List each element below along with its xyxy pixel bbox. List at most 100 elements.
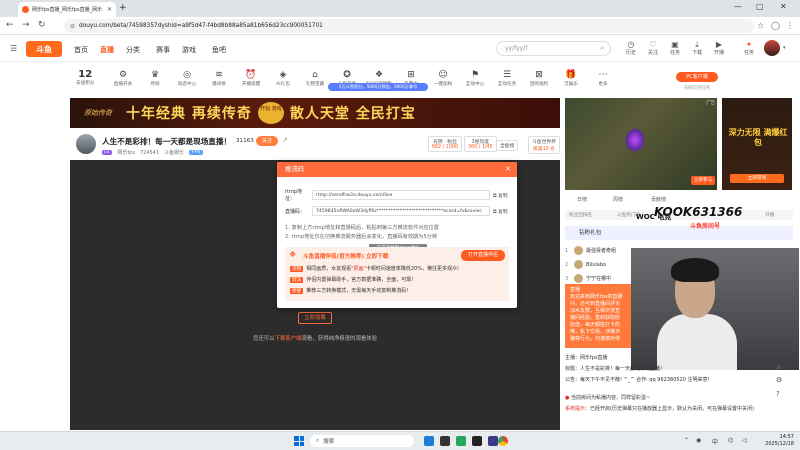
share-icon[interactable]: ↗ xyxy=(282,136,288,144)
history-button[interactable]: ◷ 历史 xyxy=(620,40,642,56)
ime-indicator[interactable]: 中 xyxy=(712,437,718,446)
forward-icon[interactable]: → xyxy=(22,20,30,30)
feature-item[interactable]: ☰ 互动任务 xyxy=(492,69,522,87)
tasks-button[interactable]: ▣ 任务 xyxy=(664,40,686,56)
nav-events[interactable]: 赛事 xyxy=(156,45,170,55)
bookmark-star-icon[interactable]: ☆ xyxy=(757,21,764,30)
taskbar-app-icon[interactable] xyxy=(440,436,450,446)
minimize-icon[interactable]: — xyxy=(734,2,742,11)
feature-item[interactable]: ⌂ 礼物宝藏 xyxy=(300,69,330,87)
rank-item[interactable]: 3 宁宁在哪中 xyxy=(565,274,635,283)
tray-app-icon[interactable]: ◉ xyxy=(696,437,701,444)
streamer-avatar[interactable] xyxy=(76,134,96,154)
level-points[interactable]: 12 去送积分 xyxy=(76,69,94,86)
taskbar-search[interactable]: ⌕ 搜索 xyxy=(310,435,414,447)
open-companion-button[interactable]: 打开直播伴侣 xyxy=(461,250,505,261)
taskbar-app-icon[interactable] xyxy=(456,436,466,446)
volume-icon[interactable]: ◁ xyxy=(742,437,747,444)
menu-dots-icon[interactable]: ⋮ xyxy=(786,21,794,30)
start-live-button[interactable]: ▶ 开播 xyxy=(708,40,730,56)
tab-weekly[interactable]: 周榜 xyxy=(613,196,623,203)
category-tag[interactable]: FPS xyxy=(189,150,204,155)
load-button[interactable]: 立即加载 xyxy=(298,312,332,324)
room-category[interactable]: 斗鱼娱乐 xyxy=(164,149,184,156)
side-ad[interactable]: 深力无限 满爆红包 立即游戏 xyxy=(722,98,792,190)
subtab[interactable]: 开播 xyxy=(765,212,774,218)
search-input[interactable]: yy/fyy/f ⌕ xyxy=(496,41,611,56)
tab-contribution[interactable]: 贡献榜 xyxy=(651,196,666,203)
settings-icon[interactable]: ⚙ xyxy=(776,376,788,384)
subtab[interactable]: 粉丝团排名 xyxy=(569,212,592,218)
feature-item[interactable]: ◎ 动态中心 xyxy=(172,69,202,87)
copy-key-button[interactable]: ⧉ 复制 xyxy=(493,208,508,215)
feature-item[interactable]: ◈ AI礼包 xyxy=(268,69,298,87)
taskbar-app-icon[interactable] xyxy=(424,436,434,446)
nav-live[interactable]: 直播 xyxy=(100,45,114,55)
feature-item[interactable]: ⚙ 直播开关 xyxy=(108,69,138,87)
taskbar-clock[interactable]: 14:57 2025/12/18 xyxy=(762,434,794,448)
copy-rtmp-button[interactable]: ⧉ 复制 xyxy=(493,192,508,199)
side-ad-button[interactable]: 立即游戏 xyxy=(730,174,784,183)
feature-badge[interactable]: 5万斗鱼积分，5000万预告，5000万拿号 xyxy=(328,83,428,91)
all-rank-stat[interactable]: 全能榜 xyxy=(496,140,519,151)
feature-item[interactable]: ⏰ 开播提醒 xyxy=(236,69,266,87)
tab-close-icon[interactable]: ✕ xyxy=(107,6,112,13)
feature-item[interactable]: ≋ 播间榜 xyxy=(204,69,234,87)
nav-home[interactable]: 首页 xyxy=(74,45,88,55)
site-info-icon[interactable]: ⊜ xyxy=(70,23,75,30)
promo-title[interactable]: 斗鱼直播伴侣(官方推荐) 立即下载 xyxy=(303,252,388,260)
modal-close-icon[interactable]: ✕ xyxy=(505,162,511,177)
browser-tab[interactable]: 网乐fps直播_网乐fps直播_网乐 ✕ xyxy=(18,2,116,17)
feature-item[interactable]: ☺ 一键加粉 xyxy=(428,69,458,87)
feature-item[interactable]: ♛ 月榜 xyxy=(140,69,170,87)
feature-item[interactable]: ⊠ 团购福利 xyxy=(524,69,554,87)
heat-stat[interactable]: 3星热度 360 / 1/45 xyxy=(464,136,497,152)
profile-icon[interactable]: ◯ xyxy=(771,21,780,30)
nav-games[interactable]: 游戏 xyxy=(182,45,196,55)
reload-icon[interactable]: ↻ xyxy=(38,20,46,30)
worldcup-stat[interactable]: 斗鱼世界杯 排第10 名 xyxy=(528,136,560,154)
gift-task-button[interactable]: ✦ 任务 xyxy=(738,40,760,56)
rtmp-field[interactable]: rtmp://sendfrw3a.douyu.com/live xyxy=(312,190,490,200)
nav-category[interactable]: 分类 xyxy=(126,45,140,55)
side-game-video[interactable]: 广告 立即参与 xyxy=(565,98,717,190)
windows-start-icon[interactable] xyxy=(294,436,304,446)
pc-client-button[interactable]: PC客户端 xyxy=(676,72,718,82)
url-input[interactable]: ⊜ douyu.com/beta/74598357dyshid=a9f5d47-… xyxy=(64,19,754,33)
stream-key-field[interactable]: 7459835nRWA0oW3dyP6z********************… xyxy=(312,206,490,216)
user-avatar[interactable] xyxy=(764,40,780,56)
follow-button[interactable]: 关注 xyxy=(256,136,278,146)
nav-fishbar[interactable]: 鱼吧 xyxy=(212,45,226,55)
chrome-icon[interactable] xyxy=(498,436,508,446)
window-close-icon[interactable]: ✕ xyxy=(780,2,787,11)
new-tab-icon[interactable]: + xyxy=(119,3,127,13)
back-icon[interactable]: ← xyxy=(6,20,14,30)
game-ad-banner[interactable]: 原始传奇 十年经典 再续传奇 开始 游戏 散人天堂 全民打宝 xyxy=(70,98,560,128)
feature-item[interactable]: ⚑ 互动中心 xyxy=(460,69,490,87)
feature-item[interactable]: ⋯ 更多 xyxy=(588,69,618,87)
download-client-link[interactable]: 下载客户端 xyxy=(275,336,302,342)
follow-list-button[interactable]: ♡ 关注 xyxy=(642,40,664,56)
tab-daily[interactable]: 日榜 xyxy=(577,196,587,203)
douyu-logo[interactable]: 斗鱼 xyxy=(26,41,62,57)
banner-start-badge[interactable]: 开始 游戏 xyxy=(257,102,284,124)
pc-client-sub[interactable]: 去网页领任务 xyxy=(676,85,718,91)
hamburger-icon[interactable]: ☰ xyxy=(10,44,17,53)
maximize-icon[interactable]: ▢ xyxy=(756,2,764,11)
download-button[interactable]: ⤓ 下载 xyxy=(686,40,708,56)
help-icon[interactable]: ? xyxy=(776,390,788,398)
taskbar-app-icon[interactable] xyxy=(488,436,498,446)
streamer-name[interactable]: 网乐fps xyxy=(117,149,135,156)
rank-item[interactable]: 1 最强贤者奇组 xyxy=(565,246,635,255)
top-icon[interactable]: ▲ xyxy=(776,362,788,370)
chevron-down-icon[interactable]: ▾ xyxy=(783,45,786,51)
video-cta-button[interactable]: 立即参与 xyxy=(691,176,715,185)
network-icon[interactable]: ⌬ xyxy=(728,437,733,444)
feature-item[interactable]: 🎁 泛娱乐 xyxy=(556,69,586,87)
fan-stat[interactable]: 光阴 · 粉丝 682 / 1000 xyxy=(428,136,463,152)
search-icon[interactable]: ⌕ xyxy=(600,44,604,53)
tray-chevron-icon[interactable]: ⌃ xyxy=(684,437,689,444)
diamond-fan-box[interactable]: 钻粉礼包 xyxy=(565,226,793,240)
rank-item[interactable]: 2 Bilulabo xyxy=(565,260,635,269)
taskbar-app-icon[interactable] xyxy=(472,436,482,446)
